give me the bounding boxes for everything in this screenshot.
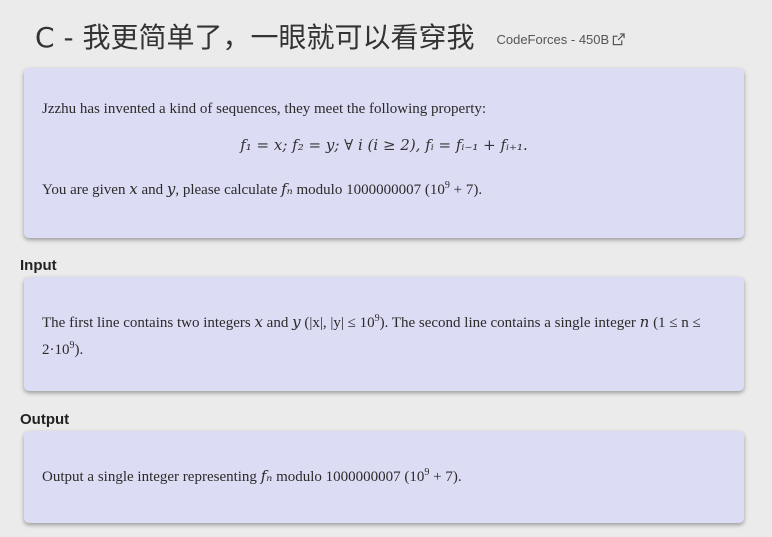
source-link-label: CodeForces - 450B bbox=[496, 31, 610, 47]
title-row: C - 我更简单了，一眼就可以看穿我 CodeForces - 450B bbox=[35, 14, 626, 58]
source-link[interactable]: CodeForces - 450B bbox=[496, 31, 626, 47]
statement-formula: f₁ = x; f₂ = y; ∀ i (i ≥ 2), fᵢ = fᵢ₋₁ +… bbox=[240, 136, 528, 154]
output-card: Output a single integer representing fₙ … bbox=[24, 431, 744, 523]
input-card: The first line contains two integers x a… bbox=[24, 277, 744, 391]
output-text: Output a single integer representing fₙ … bbox=[42, 467, 462, 485]
statement-intro: Jzzhu has invented a kind of sequences, … bbox=[42, 101, 487, 117]
statement-card: Jzzhu has invented a kind of sequences, … bbox=[24, 68, 744, 238]
page-title: C - 我更简单了，一眼就可以看穿我 bbox=[35, 21, 475, 54]
statement-task: You are given x and y, please calculate … bbox=[42, 180, 483, 198]
input-text: The first line contains two integers x a… bbox=[42, 313, 701, 358]
output-label: Output bbox=[20, 411, 70, 428]
external-link-icon bbox=[612, 32, 626, 45]
input-label: Input bbox=[20, 257, 57, 274]
